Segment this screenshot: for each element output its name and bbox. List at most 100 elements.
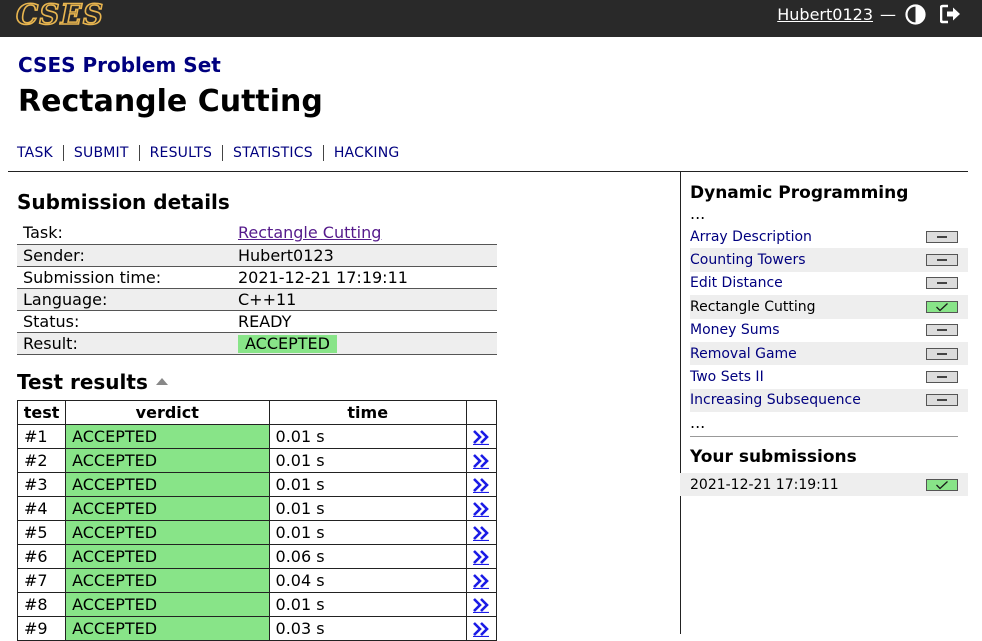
main-content: Submission details Task: Rectangle Cutti…: [16, 190, 498, 641]
detail-row-language: Language: C++11: [17, 288, 497, 311]
submission-details-table: Task: Rectangle Cutting Sender: Hubert01…: [17, 222, 497, 355]
detail-key: Submission time:: [17, 266, 232, 289]
solved-check-icon: [926, 478, 958, 491]
double-chevron-icon[interactable]: [472, 549, 490, 566]
task-nav: TASK SUBMIT RESULTS STATISTICS HACKING: [17, 145, 409, 161]
tab-results[interactable]: RESULTS: [138, 145, 222, 161]
test-number: #9: [16, 615, 67, 641]
test-verdict: ACCEPTED: [65, 447, 270, 473]
sidebar-problem-item[interactable]: Two Sets II: [690, 365, 968, 388]
sidebar-problem-item[interactable]: Money Sums: [690, 319, 968, 342]
detail-value: 2021-12-21 17:19:11: [232, 266, 497, 289]
test-details-link[interactable]: [465, 447, 498, 473]
top-bar: CSES Hubert0123 —: [0, 0, 982, 37]
contrast-icon[interactable]: [905, 3, 926, 25]
test-row: #1 ACCEPTED 0.01 s: [16, 423, 498, 449]
test-details-link[interactable]: [465, 519, 498, 545]
sidebar-ellipsis-top: ...: [690, 204, 706, 223]
unsolved-dash-icon: [926, 394, 958, 407]
detail-key: Language:: [17, 288, 232, 311]
sidebar-problem-item[interactable]: Array Description: [690, 225, 968, 248]
sidebar-problem-item[interactable]: Rectangle Cutting: [690, 295, 968, 319]
unsolved-dash-icon: [926, 277, 958, 290]
tab-submit[interactable]: SUBMIT: [62, 145, 139, 161]
test-number: #5: [16, 519, 67, 545]
test-verdict: ACCEPTED: [65, 567, 270, 593]
sidebar-problem-item[interactable]: Counting Towers: [690, 248, 968, 272]
double-chevron-icon[interactable]: [472, 477, 490, 494]
test-details-link[interactable]: [465, 567, 498, 593]
unsolved-dash-icon: [926, 324, 958, 337]
test-verdict: ACCEPTED: [65, 471, 270, 497]
sidebar-problem-link[interactable]: Money Sums: [690, 322, 780, 338]
unsolved-dash-icon: [926, 230, 958, 243]
detail-key: Sender:: [17, 244, 232, 267]
test-details-link[interactable]: [465, 495, 498, 521]
problem-set-title[interactable]: CSES Problem Set: [18, 53, 221, 77]
username-link[interactable]: Hubert0123: [777, 5, 873, 24]
double-chevron-icon[interactable]: [472, 621, 490, 638]
sidebar-problem-item[interactable]: Increasing Subsequence: [690, 388, 968, 413]
tab-statistics[interactable]: STATISTICS: [222, 145, 323, 161]
solved-check-icon: [926, 300, 958, 313]
test-details-link[interactable]: [465, 591, 498, 617]
detail-row-task: Task: Rectangle Cutting: [17, 222, 497, 245]
double-chevron-icon[interactable]: [472, 525, 490, 542]
detail-value: READY: [232, 310, 497, 333]
result-badge: ACCEPTED: [238, 334, 337, 353]
double-chevron-icon[interactable]: [472, 573, 490, 590]
your-submissions-heading: Your submissions: [690, 447, 857, 468]
test-time: 0.03 s: [268, 615, 467, 641]
sidebar-problem-link[interactable]: Array Description: [690, 229, 812, 245]
test-results-header[interactable]: Test results: [17, 370, 497, 394]
cses-logo[interactable]: CSES: [15, 0, 104, 29]
unsolved-dash-icon: [926, 254, 958, 267]
double-chevron-icon[interactable]: [472, 597, 490, 614]
test-row: #8 ACCEPTED 0.01 s: [16, 591, 498, 617]
test-details-link[interactable]: [465, 615, 498, 641]
double-chevron-icon[interactable]: [472, 453, 490, 470]
test-time: 0.01 s: [268, 423, 467, 449]
logout-icon[interactable]: [940, 4, 962, 24]
test-results-heading: Test results: [17, 369, 148, 394]
submission-item[interactable]: 2021-12-21 17:19:11: [680, 473, 968, 497]
detail-row-result: Result: ACCEPTED: [17, 332, 497, 355]
test-time: 0.01 s: [268, 447, 467, 473]
sidebar-problem-link[interactable]: Counting Towers: [690, 252, 806, 268]
sidebar-problem-link[interactable]: Increasing Subsequence: [690, 392, 861, 408]
sidebar-problem-link[interactable]: Edit Distance: [690, 275, 783, 291]
sidebar-problem-link[interactable]: Two Sets II: [690, 369, 764, 385]
detail-value: Hubert0123: [232, 244, 497, 267]
tab-task[interactable]: TASK: [17, 145, 63, 161]
test-time: 0.06 s: [268, 543, 467, 569]
test-verdict: ACCEPTED: [65, 543, 270, 569]
test-row: #4 ACCEPTED 0.01 s: [16, 495, 498, 521]
task-link[interactable]: Rectangle Cutting: [238, 223, 381, 242]
tab-hacking[interactable]: HACKING: [322, 145, 410, 161]
sidebar-problem-link[interactable]: Removal Game: [690, 346, 797, 362]
test-number: #7: [16, 567, 67, 593]
submission-details-heading: Submission details: [17, 190, 230, 214]
detail-key: Result:: [17, 332, 232, 355]
sidebar-problem-item[interactable]: Edit Distance: [690, 272, 968, 295]
test-verdict: ACCEPTED: [65, 519, 270, 545]
test-row: #3 ACCEPTED 0.01 s: [16, 471, 498, 497]
test-details-link[interactable]: [465, 471, 498, 497]
column-header-verdict: verdict: [65, 399, 270, 425]
sidebar-problem-item[interactable]: Removal Game: [690, 341, 968, 366]
results-header-row: test verdict time: [16, 399, 498, 425]
header-separator: —: [880, 4, 896, 24]
test-number: #2: [16, 447, 67, 473]
test-details-link[interactable]: [465, 423, 498, 449]
sidebar-problem-label: Rectangle Cutting: [690, 298, 816, 315]
page-title: Rectangle Cutting: [18, 84, 323, 119]
sidebar-heading: Dynamic Programming: [690, 183, 909, 203]
collapse-icon[interactable]: [155, 378, 168, 385]
double-chevron-icon[interactable]: [472, 501, 490, 518]
test-number: #4: [16, 495, 67, 521]
test-time: 0.04 s: [268, 567, 467, 593]
double-chevron-icon[interactable]: [472, 429, 490, 446]
sidebar-divider: [680, 171, 681, 634]
test-details-link[interactable]: [465, 543, 498, 569]
user-area: Hubert0123 —: [777, 3, 962, 25]
